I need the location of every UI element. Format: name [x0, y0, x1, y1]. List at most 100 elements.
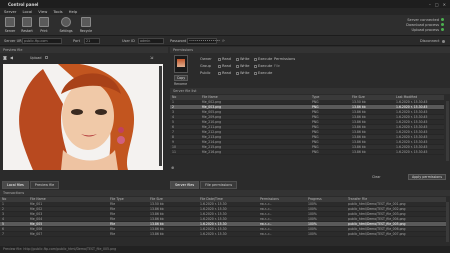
transfer-cell: file_001	[30, 202, 43, 206]
transfer-scrollbar[interactable]	[446, 202, 449, 242]
port-input[interactable]: 21	[84, 38, 100, 44]
table-cell: file_212.png	[202, 130, 222, 134]
expand-icon[interactable]: ⇲	[150, 55, 153, 60]
owner-write-checkbox[interactable]	[236, 57, 239, 61]
tab-local-files[interactable]: Local files	[2, 181, 29, 189]
table-cell: 13.50 kb	[352, 100, 366, 104]
transfer-cell: 1.6.2020 r. 15.30	[200, 232, 227, 236]
close-icon[interactable]: ✕	[443, 2, 446, 7]
arrow-left-icon[interactable]: ◀	[10, 55, 13, 60]
preview-scrollbar[interactable]	[159, 66, 162, 166]
transfer-cell: 6	[2, 227, 4, 231]
transfer-cell: 13.86 kb	[150, 212, 164, 216]
transfer-cell: 100%	[308, 212, 317, 216]
camera-icon[interactable]: ◙	[3, 55, 7, 60]
server-url-input[interactable]: public.ftp.com	[22, 38, 62, 44]
file-type-value: File	[274, 64, 281, 68]
server-status-led	[441, 18, 444, 21]
apply-permissions-button[interactable]: Apply permissions	[408, 174, 446, 180]
table-cell: file_214.png	[202, 140, 222, 144]
transfer-cell: 3	[2, 212, 4, 216]
transfer-cell: rw-r--r--	[260, 227, 272, 231]
owner-read-checkbox[interactable]	[218, 57, 221, 61]
group-execute-checkbox[interactable]	[254, 64, 257, 68]
transfer-cell: rw-r--r--	[260, 207, 272, 211]
public-read-checkbox[interactable]	[218, 71, 221, 75]
transfer-cell: File	[110, 207, 116, 211]
window-title: Control panel	[8, 1, 39, 7]
table-cell: 1.6.2020 r. 15.30.45	[396, 100, 428, 104]
table-cell: file_002.png	[202, 100, 222, 104]
server-button[interactable]: Server	[2, 17, 18, 33]
public-execute-checkbox[interactable]	[254, 71, 257, 75]
file-thumbnail	[174, 55, 188, 73]
tab-server-files[interactable]: Server files	[170, 181, 200, 189]
transfer-cell: 13.86 kb	[150, 222, 164, 226]
rename-button[interactable]: Rename	[174, 82, 187, 86]
transfer-cell: file_006	[30, 227, 43, 231]
owner-execute-checkbox[interactable]	[254, 57, 257, 61]
menu-view[interactable]: View	[38, 9, 47, 14]
table-cell: 13.86 kb	[352, 150, 366, 154]
upload-status-led	[441, 28, 444, 31]
group-write-checkbox[interactable]	[236, 64, 239, 68]
connection-bar: Server URL public.ftp.com Port 21 User I…	[0, 37, 450, 46]
password-input[interactable]: ••••••••••••••••	[187, 38, 220, 44]
settings-icon	[61, 17, 71, 27]
table-cell: PNG	[312, 110, 319, 114]
print-icon	[39, 17, 49, 27]
table-cell: file_209.png	[202, 115, 222, 119]
refresh-icon[interactable]: ⟳	[222, 39, 225, 43]
preview-panel: Preview file ◙ ◀ Upload ⇲	[0, 47, 168, 175]
server-file-table: No File Name Type File Size Last Modifie…	[170, 95, 444, 155]
transfer-cell: 13.86 kb	[150, 217, 164, 221]
transfer-row[interactable]: 7 file_007 File 13.86 kb 1.6.2020 r. 15.30 rw…	[0, 232, 446, 237]
transfer-cell: 13.86 kb	[150, 227, 164, 231]
copy-button[interactable]: Copy	[174, 75, 188, 81]
status-panel: Server connected Download process Upload…	[374, 17, 444, 32]
table-cell: file_213.png	[202, 135, 222, 139]
settings-button[interactable]: Settings	[58, 17, 74, 33]
server-icon	[5, 17, 15, 27]
transfer-cell: public_html/Demo/TEST_file_005.png	[348, 222, 406, 226]
recycle-button[interactable]: Recycle	[78, 17, 94, 33]
transfer-cell: 1	[2, 202, 4, 206]
transfer-cell: rw-r--r--	[260, 232, 272, 236]
table-cell: 13.86 kb	[352, 120, 366, 124]
menu-local[interactable]: Local	[22, 9, 32, 14]
group-read-checkbox[interactable]	[218, 64, 221, 68]
transfer-cell: 1.6.2020 r. 15.30	[200, 222, 227, 226]
tab-file-permissions[interactable]: File permissions	[200, 181, 238, 189]
transfer-cell: 13.50 kb	[150, 202, 164, 206]
connection-indicator	[442, 40, 445, 43]
file-details: Permissions Copy Rename Owner Group Publ…	[170, 47, 450, 87]
menu-help[interactable]: Help	[69, 9, 78, 14]
upload-status-label: Upload process	[411, 27, 439, 32]
upload-checkbox[interactable]	[44, 56, 48, 59]
print-button[interactable]: Print	[36, 17, 52, 33]
table-cell: file_216.png	[202, 150, 222, 154]
table-cell: 1.6.2020 r. 15.30.45	[396, 150, 428, 154]
disconnect-button[interactable]: Disconnect	[420, 39, 439, 43]
user-id-label: User ID	[122, 39, 135, 43]
menu-tools[interactable]: Tools	[53, 9, 62, 14]
table-cell: 8	[172, 135, 174, 139]
minimize-icon[interactable]: –	[429, 2, 431, 7]
recycle-icon	[81, 17, 91, 27]
restart-button[interactable]: Restart	[19, 17, 35, 33]
table-cell: 1.6.2020 r. 15.30.45	[396, 130, 428, 134]
table-row[interactable]: 11 file_216.png PNG 13.86 kb 1.6.2020 r. 15.…	[170, 150, 444, 155]
menu-server[interactable]: Server	[4, 9, 16, 14]
server-table-scrollbar[interactable]	[446, 101, 449, 161]
user-id-input[interactable]: admin	[138, 38, 164, 44]
preview-image	[3, 64, 163, 170]
transfer-cell: file_002	[30, 207, 43, 211]
transfer-cell: 1.6.2020 r. 15.30	[200, 217, 227, 221]
clear-button[interactable]: Clear	[372, 175, 381, 179]
table-cell: 1.6.2020 r. 15.30.45	[396, 110, 428, 114]
add-file-icon[interactable]: ⊕	[171, 165, 174, 170]
table-cell: PNG	[312, 120, 319, 124]
maximize-icon[interactable]: □	[435, 2, 439, 7]
tab-preview-file[interactable]: Preview file	[29, 181, 60, 189]
public-write-checkbox[interactable]	[236, 71, 239, 75]
